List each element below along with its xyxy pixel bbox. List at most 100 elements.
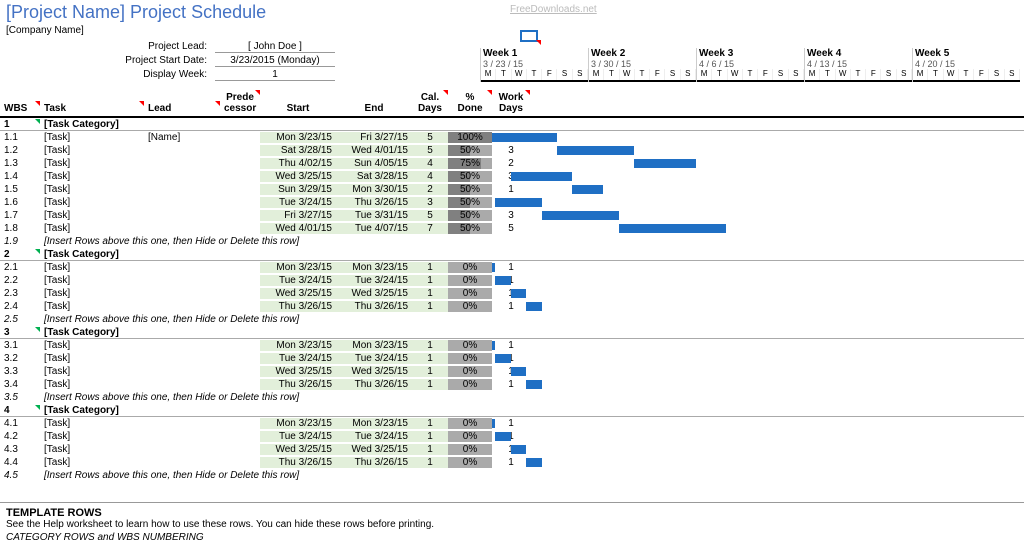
gantt-bar[interactable] xyxy=(511,172,573,181)
gantt-bar[interactable] xyxy=(495,276,510,285)
week-date: 3 / 23 / 15 xyxy=(481,59,588,69)
work-cell: 3 xyxy=(492,145,530,156)
footer-category: CATEGORY ROWS and WBS NUMBERING xyxy=(0,530,1024,545)
col-end: End xyxy=(336,101,412,116)
task-cell: [Task] xyxy=(40,301,144,312)
gantt-bar[interactable] xyxy=(511,367,526,376)
table-row[interactable]: 4[Task Category] xyxy=(0,404,1024,417)
gantt-bar[interactable] xyxy=(495,198,541,207)
wbs-cell: 1.6 xyxy=(0,197,40,208)
table-row[interactable]: 4.1 [Task] Mon 3/23/15 Mon 3/23/15 1 0% … xyxy=(0,417,1024,430)
wbs-cell: 1.8 xyxy=(0,223,40,234)
day-label: M xyxy=(805,69,820,80)
week-date: 4 / 6 / 15 xyxy=(697,59,804,69)
start-cell: Fri 3/27/15 xyxy=(260,210,336,221)
table-row[interactable]: 4.2 [Task] Tue 3/24/15 Tue 3/24/15 1 0% … xyxy=(0,430,1024,443)
day-label: T xyxy=(604,69,619,80)
wbs-cell: 3.4 xyxy=(0,379,40,390)
table-row[interactable]: 1.2 [Task] Sat 3/28/15 Wed 4/01/15 5 50%… xyxy=(0,144,1024,157)
table-row[interactable]: 2.4 [Task] Thu 3/26/15 Thu 3/26/15 1 0% … xyxy=(0,300,1024,313)
task-cell: [Task] xyxy=(40,145,144,156)
cal-cell: 1 xyxy=(412,379,448,390)
gantt-bar[interactable] xyxy=(511,289,526,298)
table-row[interactable]: 2[Task Category] xyxy=(0,248,1024,261)
end-cell: Thu 3/26/15 xyxy=(336,301,412,312)
display-week-value[interactable]: 1 xyxy=(215,69,335,81)
day-label: T xyxy=(712,69,727,80)
day-label: S xyxy=(1005,69,1020,80)
cal-cell: 2 xyxy=(412,184,448,195)
gantt-bar[interactable] xyxy=(542,211,619,220)
gantt-bar[interactable] xyxy=(526,302,541,311)
cal-cell: 3 xyxy=(412,197,448,208)
start-cell: Mon 3/23/15 xyxy=(260,262,336,273)
project-lead-value[interactable]: [ John Doe ] xyxy=(215,41,335,53)
table-row[interactable]: 3.2 [Task] Tue 3/24/15 Tue 3/24/15 1 0% … xyxy=(0,352,1024,365)
col-cal-days: Cal.Days xyxy=(412,90,448,116)
task-cell: [Task] xyxy=(40,366,144,377)
table-row[interactable]: 1.8 [Task] Wed 4/01/15 Tue 4/07/15 7 50%… xyxy=(0,222,1024,235)
table-row[interactable]: 2.5[Insert Rows above this one, then Hid… xyxy=(0,313,1024,326)
table-row[interactable]: 3.4 [Task] Thu 3/26/15 Thu 3/26/15 1 0% … xyxy=(0,378,1024,391)
day-label: S xyxy=(665,69,680,80)
start-date-value[interactable]: 3/23/2015 (Monday) xyxy=(215,55,335,67)
wbs-cell: 2.4 xyxy=(0,301,40,312)
gantt-bar[interactable] xyxy=(557,146,634,155)
gantt-bar[interactable] xyxy=(495,432,510,441)
cal-cell: 4 xyxy=(412,171,448,182)
start-cell: Thu 4/02/15 xyxy=(260,158,336,169)
footer-subtitle: See the Help worksheet to learn how to u… xyxy=(0,519,1024,530)
footer-title: TEMPLATE ROWS xyxy=(0,503,1024,519)
day-label: M xyxy=(589,69,604,80)
pct-cell: 50% xyxy=(448,223,492,234)
table-row[interactable]: 2.1 [Task] Mon 3/23/15 Mon 3/23/15 1 0% … xyxy=(0,261,1024,274)
pct-cell: 0% xyxy=(448,340,492,351)
table-row[interactable]: 1[Task Category] xyxy=(0,118,1024,131)
start-cell: Wed 4/01/15 xyxy=(260,223,336,234)
table-row[interactable]: 3.5[Insert Rows above this one, then Hid… xyxy=(0,391,1024,404)
table-row[interactable]: 1.3 [Task] Thu 4/02/15 Sun 4/05/15 4 75%… xyxy=(0,157,1024,170)
day-label: T xyxy=(851,69,866,80)
table-row[interactable]: 1.5 [Task] Sun 3/29/15 Mon 3/30/15 2 50%… xyxy=(0,183,1024,196)
task-cell: [Task] xyxy=(40,457,144,468)
week-label: Week 4 xyxy=(805,48,912,59)
gantt-bar[interactable] xyxy=(526,458,541,467)
work-cell: 1 xyxy=(492,379,530,390)
task-cell: [Task] xyxy=(40,379,144,390)
start-cell: Sat 3/28/15 xyxy=(260,145,336,156)
week-date: 3 / 30 / 15 xyxy=(589,59,696,69)
table-row[interactable]: 1.7 [Task] Fri 3/27/15 Tue 3/31/15 5 50%… xyxy=(0,209,1024,222)
project-lead-label: Project Lead: xyxy=(0,41,215,53)
pct-cell: 50% xyxy=(448,210,492,221)
day-label: S xyxy=(789,69,804,80)
gantt-bar[interactable] xyxy=(634,159,696,168)
start-cell: Wed 3/25/15 xyxy=(260,288,336,299)
wbs-cell: 2.5 xyxy=(0,314,40,325)
watermark-link[interactable]: FreeDownloads.net xyxy=(510,4,597,15)
table-row[interactable]: 3.1 [Task] Mon 3/23/15 Mon 3/23/15 1 0% … xyxy=(0,339,1024,352)
table-row[interactable]: 2.2 [Task] Tue 3/24/15 Tue 3/24/15 1 0% … xyxy=(0,274,1024,287)
gantt-bar[interactable] xyxy=(526,380,541,389)
lead-cell: [Name] xyxy=(144,132,220,143)
gantt-bar[interactable] xyxy=(619,224,727,233)
cal-cell: 1 xyxy=(412,444,448,455)
pct-cell: 0% xyxy=(448,353,492,364)
work-cell: 1 xyxy=(492,418,530,429)
task-cell: [Task] xyxy=(40,184,144,195)
work-cell: 3 xyxy=(492,210,530,221)
day-label: M xyxy=(481,69,496,80)
day-label: S xyxy=(897,69,912,80)
table-row[interactable]: 4.4 [Task] Thu 3/26/15 Thu 3/26/15 1 0% … xyxy=(0,456,1024,469)
screen-icon xyxy=(520,30,538,42)
gantt-bar[interactable] xyxy=(511,445,526,454)
gantt-bar[interactable] xyxy=(572,185,603,194)
start-cell: Thu 3/26/15 xyxy=(260,457,336,468)
gantt-bar[interactable] xyxy=(495,354,510,363)
table-row[interactable]: 4.5[Insert Rows above this one, then Hid… xyxy=(0,469,1024,482)
cal-cell: 1 xyxy=(412,353,448,364)
table-row[interactable]: 1.9[Insert Rows above this one, then Hid… xyxy=(0,235,1024,248)
start-cell: Tue 3/24/15 xyxy=(260,431,336,442)
table-row[interactable]: 3[Task Category] xyxy=(0,326,1024,339)
task-cell: [Task] xyxy=(40,431,144,442)
pct-cell: 0% xyxy=(448,301,492,312)
